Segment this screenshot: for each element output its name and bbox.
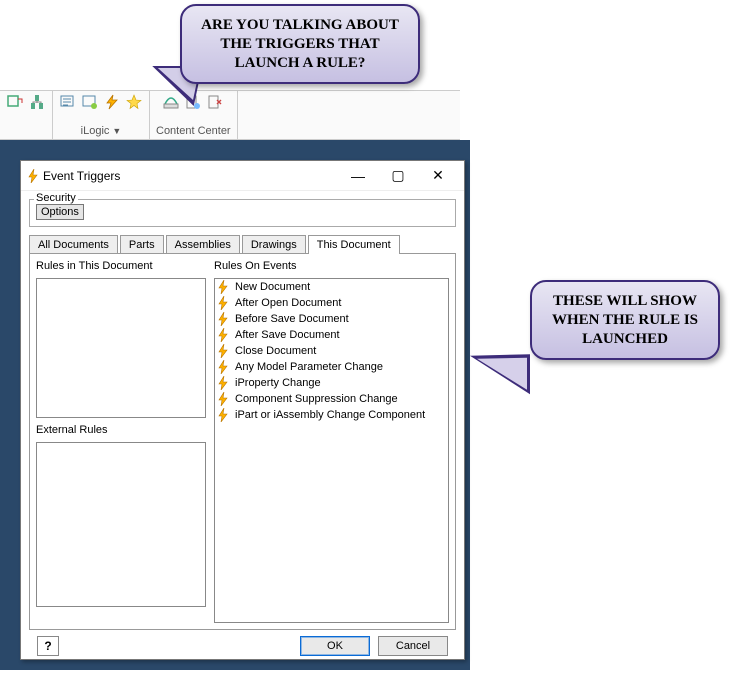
lightning-icon <box>217 328 229 342</box>
close-button[interactable]: ✕ <box>418 162 458 190</box>
event-item[interactable]: Close Document <box>215 343 448 359</box>
rules-in-doc-label: Rules in This Document <box>36 260 206 272</box>
lightning-icon <box>217 280 229 294</box>
external-rules-label: External Rules <box>36 424 206 436</box>
ilogic-icon-4[interactable] <box>125 93 143 111</box>
event-item[interactable]: Component Suppression Change <box>215 391 448 407</box>
callout-right: THESE WILL SHOW WHEN THE RULE IS LAUNCHE… <box>530 280 720 360</box>
ilogic-icon-2[interactable] <box>81 93 99 111</box>
event-label: iPart or iAssembly Change Component <box>235 409 425 421</box>
event-item[interactable]: Any Model Parameter Change <box>215 359 448 375</box>
security-fieldset: Security Options <box>29 199 456 227</box>
event-triggers-dialog: Event Triggers — ▢ ✕ Security Options Al… <box>20 160 465 660</box>
tab-content: Rules in This Document External Rules Ru… <box>29 253 456 630</box>
event-item[interactable]: iPart or iAssembly Change Component <box>215 407 448 423</box>
event-item[interactable]: Before Save Document <box>215 311 448 327</box>
options-button[interactable]: Options <box>36 204 84 220</box>
callout-top: ARE YOU TALKING ABOUT THE TRIGGERS THAT … <box>180 4 420 84</box>
event-label: New Document <box>235 281 310 293</box>
event-label: Component Suppression Change <box>235 393 398 405</box>
event-item[interactable]: New Document <box>215 279 448 295</box>
event-label: After Save Document <box>235 329 340 341</box>
lightning-icon <box>217 392 229 406</box>
lightning-icon <box>217 408 229 422</box>
lightning-icon <box>217 344 229 358</box>
external-rules-list[interactable] <box>36 442 206 607</box>
maximize-button[interactable]: ▢ <box>378 162 418 190</box>
dialog-titlebar[interactable]: Event Triggers — ▢ ✕ <box>21 161 464 191</box>
event-item[interactable]: After Save Document <box>215 327 448 343</box>
cc-icon-3[interactable] <box>206 93 224 111</box>
event-item[interactable]: After Open Document <box>215 295 448 311</box>
help-button[interactable]: ? <box>37 636 59 656</box>
rules-on-events-list[interactable]: New Document After Open Document Before Sa… <box>214 278 449 623</box>
dialog-title: Event Triggers <box>43 169 120 183</box>
cancel-button[interactable]: Cancel <box>378 636 448 656</box>
event-label: Any Model Parameter Change <box>235 361 383 373</box>
dialog-tabs: All Documents Parts Assemblies Drawings … <box>29 235 456 254</box>
lightning-icon <box>217 360 229 374</box>
tab-parts[interactable]: Parts <box>120 235 164 254</box>
ribbon-group-ilogic: iLogic ▼ <box>53 91 150 139</box>
dialog-title-icon <box>27 169 39 183</box>
ok-button[interactable]: OK <box>300 636 370 656</box>
lightning-icon <box>217 296 229 310</box>
ribbon-toolbar: iLogic ▼ Content Center <box>0 90 460 140</box>
ribbon-icon-1[interactable] <box>6 93 24 111</box>
dialog-footer: ? OK Cancel <box>29 630 456 664</box>
rules-on-events-label: Rules On Events <box>214 260 449 272</box>
event-label: Close Document <box>235 345 316 357</box>
event-item[interactable]: iProperty Change <box>215 375 448 391</box>
tab-all-documents[interactable]: All Documents <box>29 235 118 254</box>
ribbon-group-misc <box>0 91 53 139</box>
ribbon-group-cc-label: Content Center <box>156 125 231 137</box>
event-label: After Open Document <box>235 297 341 309</box>
event-label: Before Save Document <box>235 313 349 325</box>
security-legend: Security <box>34 192 78 204</box>
ribbon-icon-2[interactable] <box>28 93 46 111</box>
event-triggers-icon[interactable] <box>103 93 121 111</box>
ribbon-group-ilogic-label[interactable]: iLogic ▼ <box>81 125 122 137</box>
rules-in-doc-list[interactable] <box>36 278 206 418</box>
callout-tail-right <box>470 346 530 394</box>
tab-this-document[interactable]: This Document <box>308 235 400 254</box>
tab-assemblies[interactable]: Assemblies <box>166 235 240 254</box>
ilogic-icon-1[interactable] <box>59 93 77 111</box>
tab-drawings[interactable]: Drawings <box>242 235 306 254</box>
event-label: iProperty Change <box>235 377 321 389</box>
minimize-button[interactable]: — <box>338 162 378 190</box>
lightning-icon <box>217 312 229 326</box>
lightning-icon <box>217 376 229 390</box>
ribbon-group-misc-label <box>24 125 27 137</box>
